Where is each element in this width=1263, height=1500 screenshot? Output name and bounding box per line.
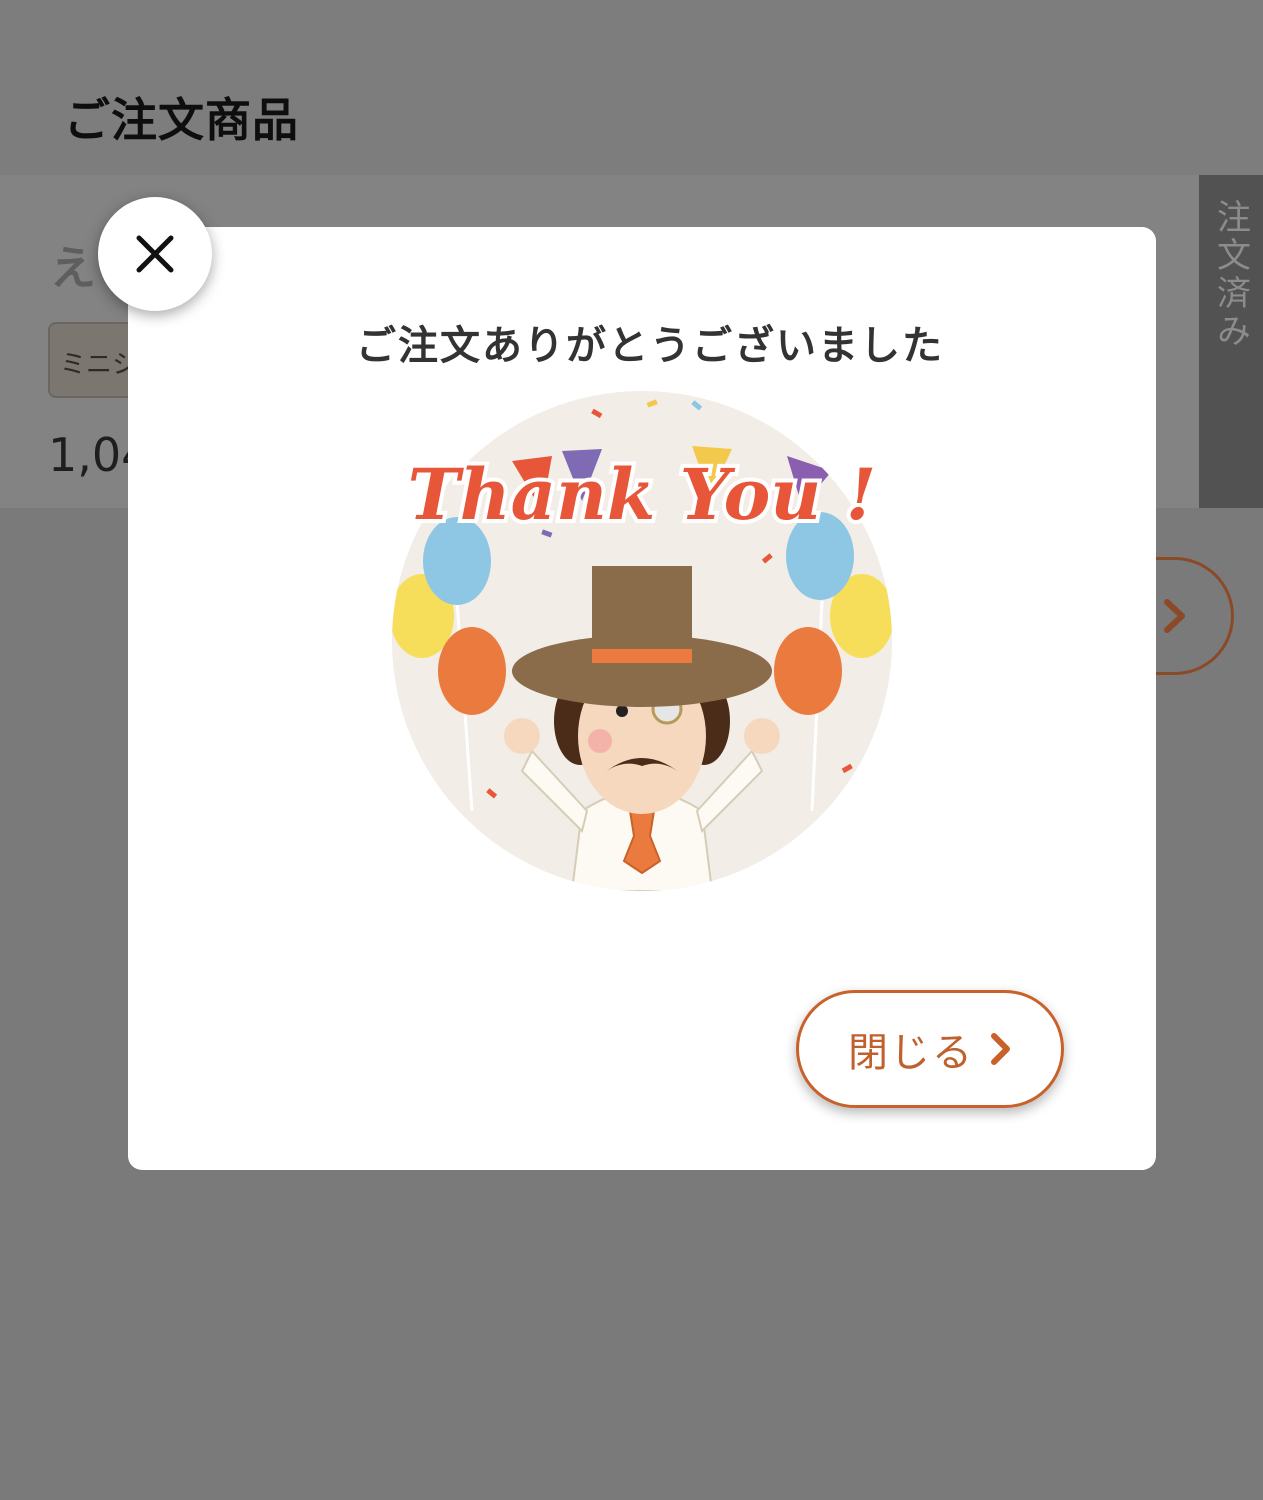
- close-button[interactable]: 閉じる: [796, 990, 1064, 1108]
- ordered-status-label: 注文済み: [1210, 199, 1251, 351]
- item-name: え: [50, 241, 96, 295]
- modal-title: ご注文ありがとうございました: [356, 323, 944, 369]
- close-icon: [136, 235, 174, 273]
- thank-you-modal: ご注文ありがとうございました Thank You ! 閉じる: [128, 227, 1156, 1170]
- close-button-label: 閉じる: [848, 1030, 974, 1076]
- ordered-status-badge: 注文済み: [1199, 175, 1263, 508]
- thank-you-text: Thank You !: [408, 453, 877, 536]
- chevron-right-icon: [1164, 599, 1185, 633]
- modal-close-button[interactable]: [98, 197, 212, 311]
- chevron-right-icon: [991, 1033, 1010, 1065]
- page-title: ご注文商品: [64, 93, 299, 147]
- thank-you-illustration: Thank You !: [392, 391, 892, 891]
